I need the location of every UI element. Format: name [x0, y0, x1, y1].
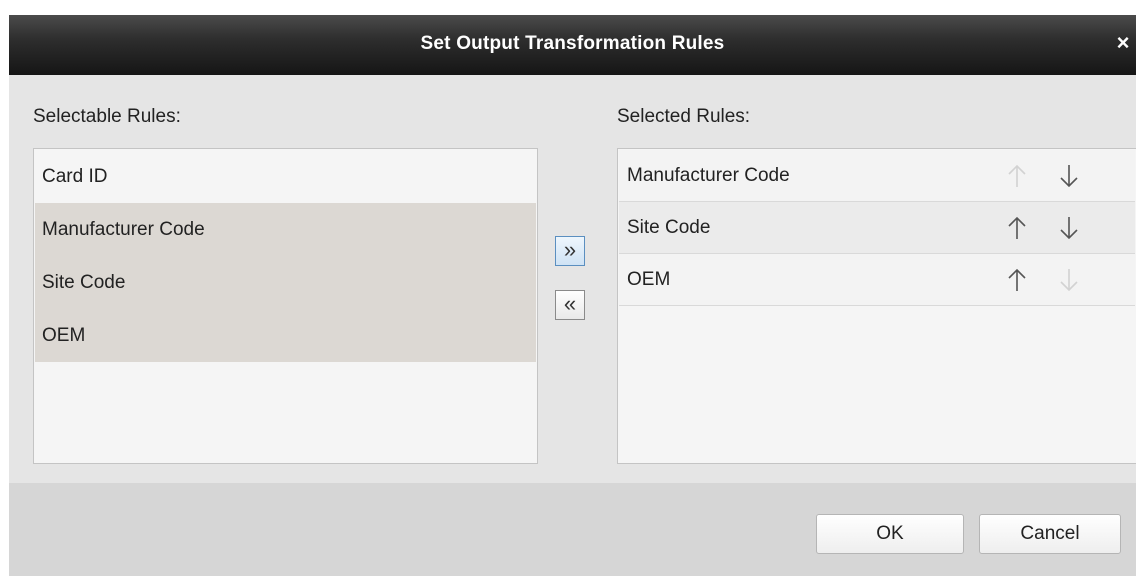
selected-rules-list[interactable]: Manufacturer Code Site Code OEM: [617, 148, 1136, 464]
remove-rules-button[interactable]: «: [555, 290, 585, 320]
selected-item-manufacturer-code[interactable]: Manufacturer Code: [619, 150, 1135, 202]
selected-item-site-code[interactable]: Site Code: [619, 202, 1135, 254]
close-icon[interactable]: ×: [1112, 31, 1134, 55]
selectable-item-card-id[interactable]: Card ID: [35, 150, 536, 203]
selectable-item-oem[interactable]: OEM: [35, 309, 536, 362]
selectable-rules-label: Selectable Rules:: [33, 106, 181, 127]
add-rules-button[interactable]: »: [555, 236, 585, 266]
selectable-rules-list[interactable]: Card ID Manufacturer Code Site Code OEM: [33, 148, 538, 464]
arrow-up-icon[interactable]: [1007, 215, 1027, 241]
list-item-label: Manufacturer Code: [627, 165, 790, 186]
arrow-down-icon[interactable]: [1059, 163, 1079, 189]
double-chevron-right-icon: »: [563, 237, 577, 262]
list-item-label: OEM: [627, 269, 671, 290]
list-item-label: OEM: [42, 325, 86, 346]
title-bar: Set Output Transformation Rules ×: [9, 15, 1136, 75]
arrow-down-icon: [1059, 267, 1079, 293]
double-chevron-left-icon: «: [563, 291, 577, 316]
arrow-down-icon[interactable]: [1059, 215, 1079, 241]
arrow-up-icon: [1007, 163, 1027, 189]
dialog-footer: [9, 483, 1136, 576]
selectable-item-site-code[interactable]: Site Code: [35, 256, 536, 309]
list-item-label: Site Code: [627, 217, 711, 238]
arrow-up-icon[interactable]: [1007, 267, 1027, 293]
cancel-button[interactable]: Cancel: [979, 514, 1121, 554]
list-item-label: Manufacturer Code: [42, 219, 205, 240]
dialog-title: Set Output Transformation Rules: [420, 33, 725, 54]
selected-rules-label: Selected Rules:: [617, 106, 751, 127]
transformation-rules-dialog: Set Output Transformation Rules × Select…: [9, 15, 1136, 576]
selected-item-oem[interactable]: OEM: [619, 254, 1135, 306]
ok-button[interactable]: OK: [816, 514, 964, 554]
list-item-label: Site Code: [42, 272, 126, 293]
list-item-label: Card ID: [42, 166, 108, 187]
selectable-item-manufacturer-code[interactable]: Manufacturer Code: [35, 203, 536, 256]
